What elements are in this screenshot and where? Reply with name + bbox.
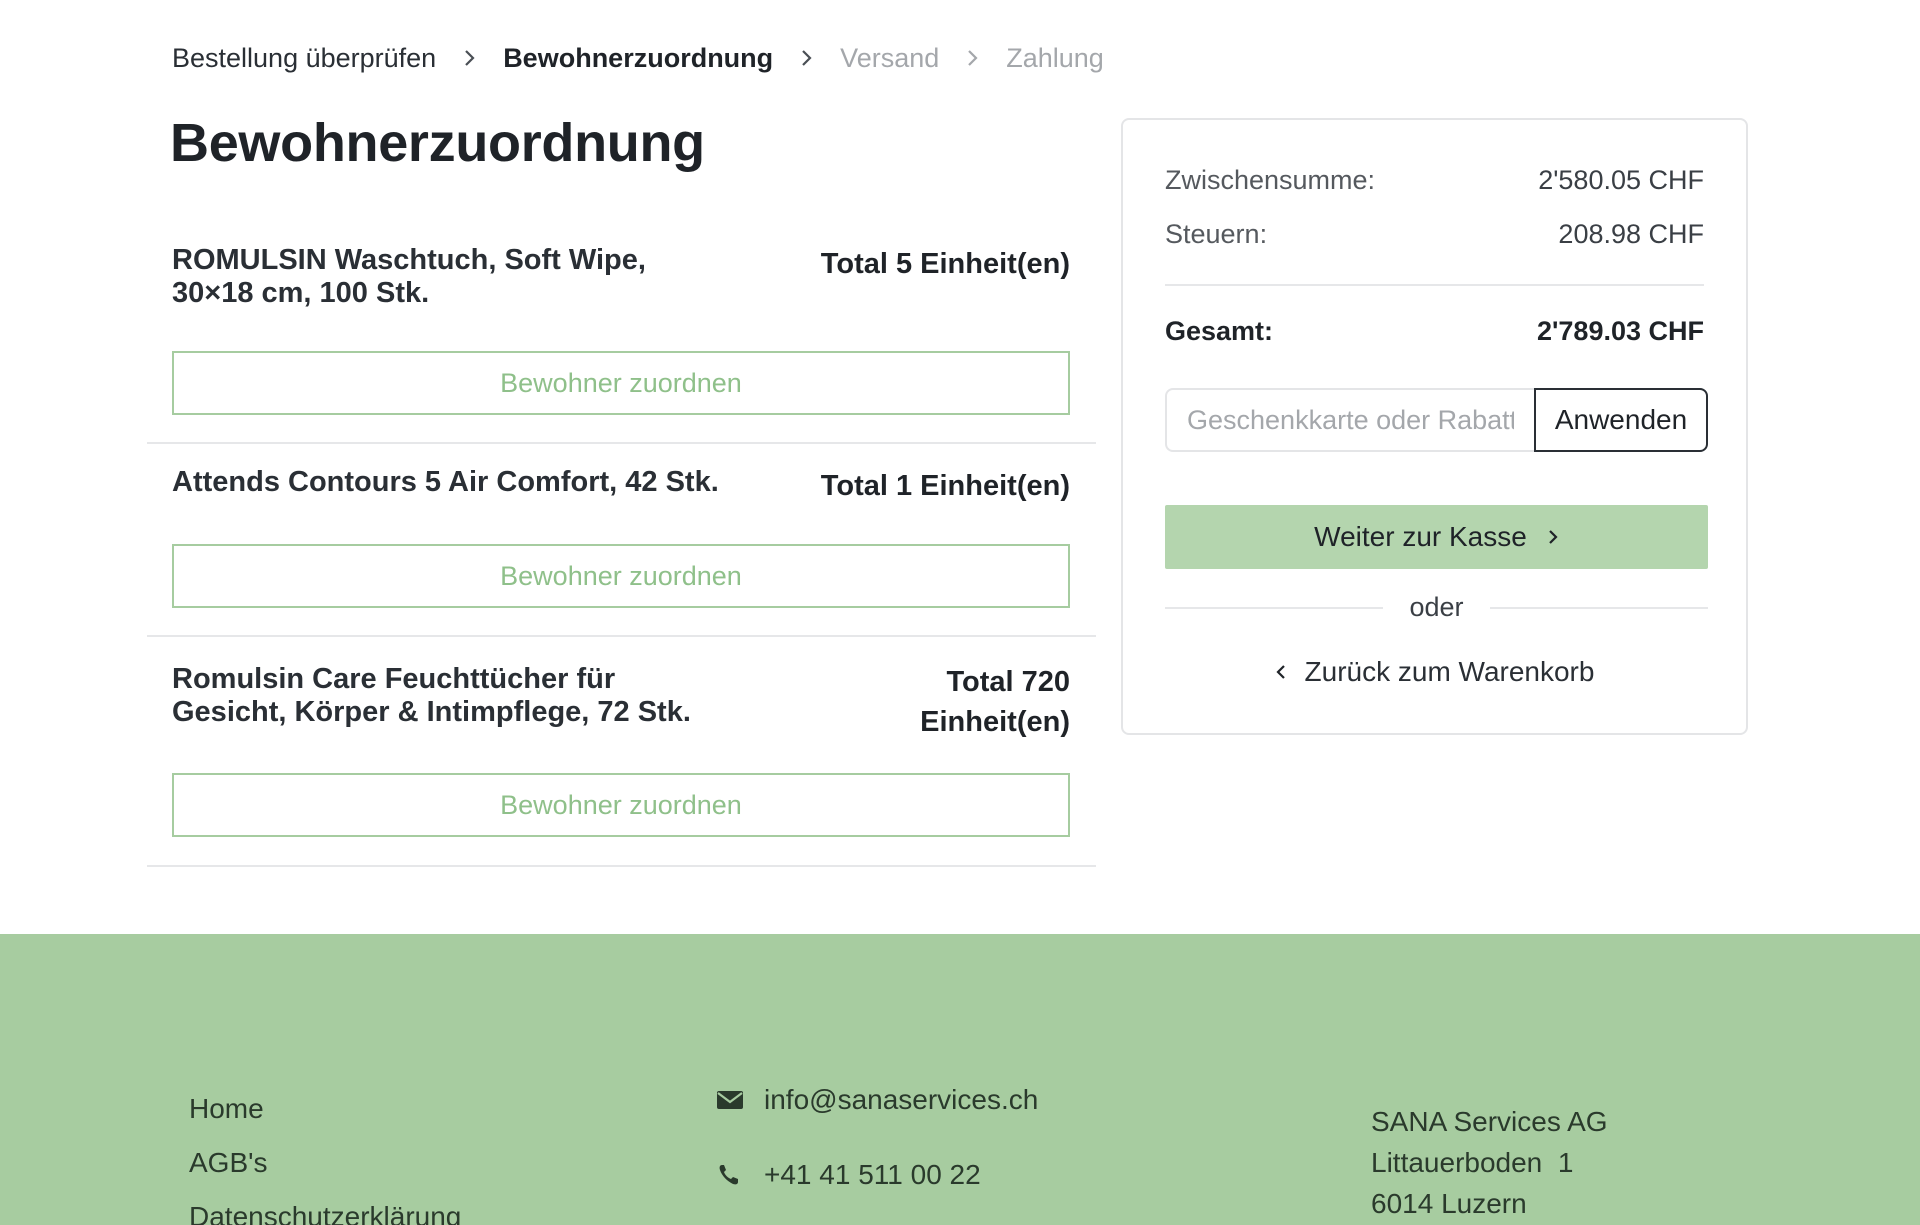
footer-email[interactable]: info@sanaservices.ch [716,1084,1038,1116]
breadcrumb-step-review[interactable]: Bestellung überprüfen [172,43,436,74]
footer-phone[interactable]: +41 41 511 00 22 [716,1159,981,1191]
total-row: Gesamt: 2'789.03 CHF [1165,316,1704,347]
coupon-input[interactable] [1165,388,1534,452]
summary-divider [1165,284,1704,286]
assign-resident-button[interactable]: Bewohner zuordnen [172,544,1070,608]
list-item: Attends Contours 5 Air Comfort, 42 Stk. … [147,444,1096,637]
tax-value: 208.98 CHF [1558,219,1704,249]
list-item: Romulsin Care Feuchttücher für Gesicht, … [147,637,1096,867]
checkout-button-label: Weiter zur Kasse [1314,521,1527,552]
breadcrumb-step-resident-assignment: Bewohnerzuordnung [503,42,774,73]
assign-resident-button[interactable]: Bewohner zuordnen [172,773,1070,837]
product-name: Attends Contours 5 Air Comfort, 42 Stk. [172,466,719,498]
subtotal-label: Zwischensumme: [1165,165,1376,195]
total-value: 2'789.03 CHF [1536,316,1704,346]
back-to-cart-label: Zurück zum Warenkorb [1304,656,1595,687]
product-total-units: Total 5 Einheit(en) [820,248,1070,280]
envelope-icon [717,1091,743,1109]
chevron-left-icon [1275,665,1285,679]
list-item: ROMULSIN Waschtuch, Soft Wipe, 30×18 cm,… [147,232,1096,444]
chevron-right-icon [939,40,1006,76]
assign-resident-button[interactable]: Bewohner zuordnen [172,351,1070,415]
chevron-right-icon [436,40,503,76]
footer-address: SANA Services AG Littauerboden 1 6014 Lu… [1371,1101,1608,1224]
footer-link-terms[interactable]: AGB's [189,1147,267,1179]
subtotal-row: Zwischensumme: 2'580.05 CHF [1165,165,1704,196]
order-summary-card: Zwischensumme: 2'580.05 CHF Steuern: 208… [1121,118,1748,735]
phone-icon [719,1165,738,1185]
tax-label: Steuern: [1165,219,1268,249]
total-label: Gesamt: [1165,316,1274,346]
product-name: Romulsin Care Feuchttücher für Gesicht, … [172,663,691,728]
coupon-form: Anwenden [1165,388,1708,452]
breadcrumb-step-shipping: Versand [840,42,940,73]
footer-email-text: info@sanaservices.ch [764,1084,1039,1115]
city-address: 6014 Luzern [1371,1188,1527,1219]
footer-phone-text: +41 41 511 00 22 [764,1159,981,1190]
continue-to-checkout-button[interactable]: Weiter zur Kasse [1165,505,1708,569]
product-total-units: Total 1 Einheit(en) [820,470,1070,502]
or-text: oder [1409,592,1464,622]
breadcrumb: Bestellung überprüfen Bewohnerzuordnung … [172,40,1104,76]
or-divider: oder [1165,592,1709,623]
breadcrumb-step-payment: Zahlung [1006,42,1104,73]
product-total-units: Total 720 Einheit(en) [920,666,1070,738]
footer-link-privacy[interactable]: Datenschutzerklärung [189,1201,461,1225]
back-to-cart-link[interactable]: Zurück zum Warenkorb [1123,656,1746,688]
chevron-right-icon [773,40,840,76]
apply-coupon-button[interactable]: Anwenden [1534,388,1708,452]
company-name: SANA Services AG [1371,1106,1608,1137]
subtotal-value: 2'580.05 CHF [1538,165,1704,195]
page-title: Bewohnerzuordnung [170,113,705,173]
chevron-right-icon [1549,530,1558,544]
tax-row: Steuern: 208.98 CHF [1165,219,1704,250]
product-name: ROMULSIN Waschtuch, Soft Wipe, 30×18 cm,… [172,244,646,309]
footer: Home AGB's Datenschutzerklärung info@san… [0,934,1920,1225]
footer-link-home[interactable]: Home [189,1093,264,1125]
street-address: Littauerboden 1 [1371,1147,1574,1178]
